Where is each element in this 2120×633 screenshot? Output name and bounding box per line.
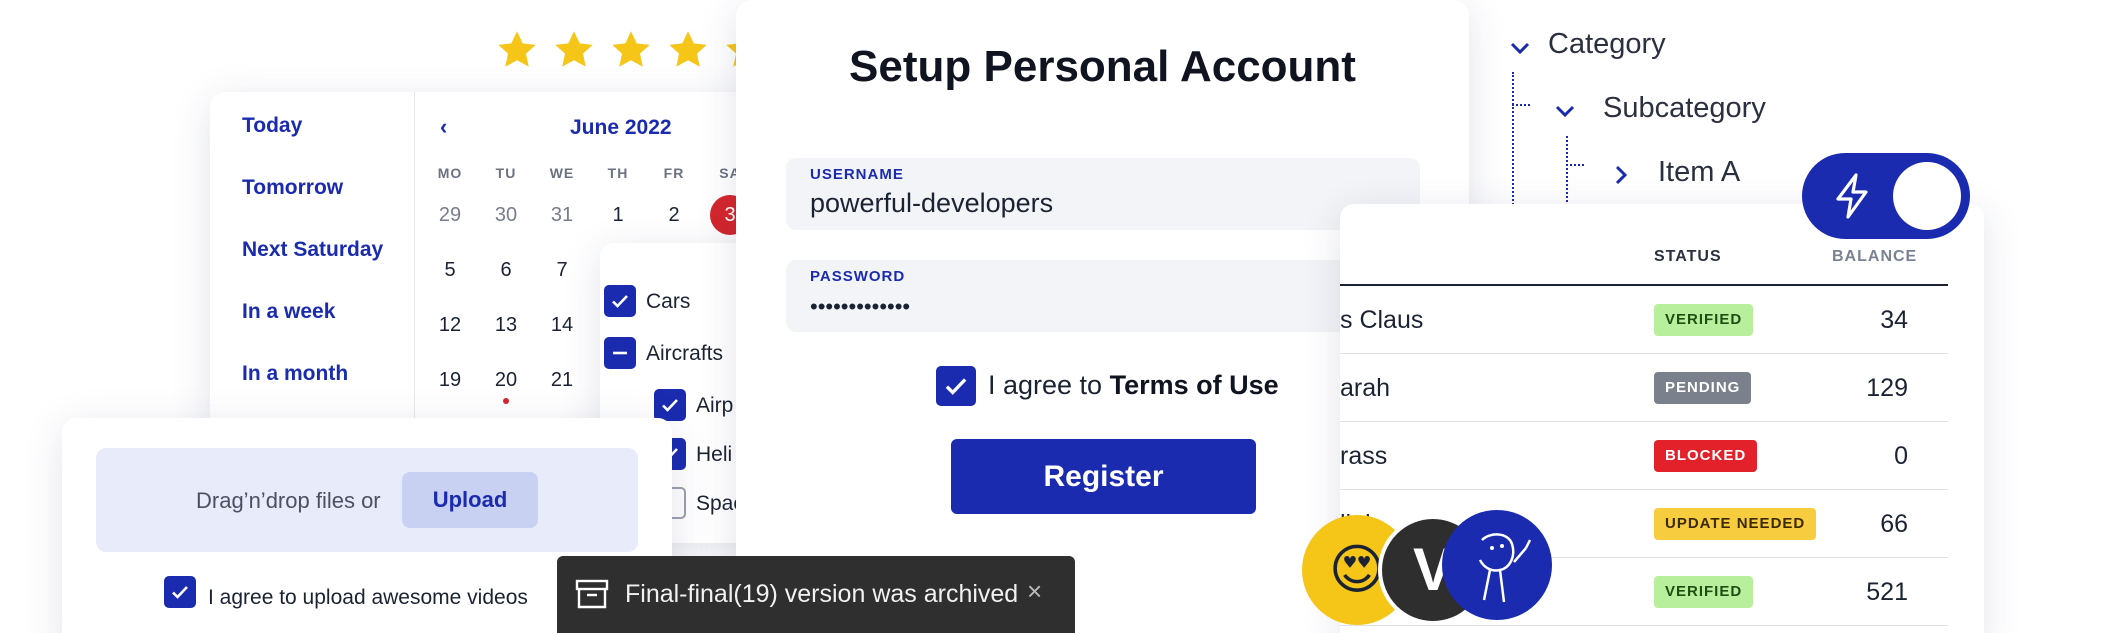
calendar-day[interactable]: 29 [430, 195, 470, 235]
terms-prefix: I agree to [988, 370, 1110, 400]
calendar-day[interactable]: 31 [542, 195, 582, 235]
tree-connector [1512, 72, 1514, 212]
chevron-left-icon[interactable]: ‹ [440, 114, 447, 140]
upload-agree-checkbox[interactable] [164, 576, 196, 608]
check-icon [172, 586, 188, 599]
check-icon [945, 378, 967, 395]
calendar-day[interactable]: 13 [486, 305, 526, 345]
username-field[interactable]: USERNAME powerful-developers [786, 158, 1420, 230]
drop-zone-text: Drag’n’drop files or [196, 488, 381, 513]
tree-connector [1512, 104, 1530, 106]
weekday-label: TH [607, 165, 629, 181]
drop-zone[interactable]: Drag’n’drop files or Upload [96, 448, 638, 552]
username-label: USERNAME [810, 166, 904, 183]
calendar-day[interactable]: 2 [654, 195, 694, 235]
archive-icon [575, 579, 609, 609]
column-header-balance[interactable]: BALANCE [1832, 248, 1917, 266]
check-icon [612, 295, 628, 308]
date-presets: Today Tomorrow Next Saturday In a week I… [210, 92, 415, 432]
weekday-label: FR [663, 165, 685, 181]
checkbox-aircrafts[interactable] [604, 337, 636, 369]
status-badge: VERIFIED [1654, 304, 1754, 336]
password-field[interactable]: PASSWORD ••••••••••••• [786, 260, 1420, 332]
calendar-day[interactable]: 19 [430, 360, 470, 400]
form-title: Setup Personal Account [849, 42, 1356, 91]
toggle-knob [1893, 162, 1961, 230]
preset-in-a-month[interactable]: In a month [242, 362, 348, 386]
tree-node-subcategory[interactable]: Subcategory [1603, 92, 1766, 125]
status-badge: BLOCKED [1654, 440, 1758, 472]
terms-label: I agree to Terms of Use [988, 370, 1279, 401]
terms-link[interactable]: Terms of Use [1110, 370, 1279, 400]
calendar-day[interactable]: 7 [542, 250, 582, 290]
preset-in-a-week[interactable]: In a week [242, 300, 335, 324]
calendar-day[interactable]: 1 [598, 195, 638, 235]
register-button[interactable]: Register [951, 439, 1256, 514]
status-badge: VERIFIED [1654, 576, 1754, 608]
minus-icon [613, 351, 627, 355]
table-row[interactable]: arah PENDING 129 [1340, 354, 1948, 422]
balance-value: 66 [1880, 510, 1908, 538]
chevron-right-icon[interactable] [1609, 163, 1633, 187]
tree-node-category[interactable]: Category [1548, 28, 1666, 61]
username-value[interactable]: powerful-developers [810, 188, 1053, 219]
checkbox-label: Heli [696, 443, 733, 466]
snackbar-message: Final-final(19) version was archived [625, 580, 1019, 608]
calendar-day[interactable]: 21 [542, 360, 582, 400]
tree-connector [1566, 164, 1584, 166]
close-icon[interactable]: × [1027, 576, 1042, 607]
balance-value: 0 [1894, 442, 1908, 470]
month-label: June 2022 [570, 116, 672, 139]
event-dot [503, 398, 509, 404]
weekday-label: TU [495, 165, 517, 181]
checkbox-label: Airp [696, 394, 734, 417]
star-rating[interactable] [495, 28, 767, 72]
snackbar: Final-final(19) version was archived × [557, 556, 1075, 633]
password-label: PASSWORD [810, 268, 906, 285]
column-header-status[interactable]: STATUS [1654, 248, 1722, 266]
upload-button[interactable]: Upload [402, 472, 538, 528]
user-name: rass [1340, 442, 1388, 470]
star-icon[interactable] [552, 28, 596, 72]
checkbox-label: Aircrafts [646, 342, 724, 365]
weekday-label: WE [549, 165, 575, 181]
balance-value: 521 [1866, 578, 1908, 606]
star-icon[interactable] [609, 28, 653, 72]
calendar-day[interactable]: 14 [542, 305, 582, 345]
star-icon[interactable] [495, 28, 539, 72]
lightning-toggle[interactable] [1802, 153, 1970, 239]
chevron-down-icon[interactable] [1508, 36, 1532, 60]
preset-today[interactable]: Today [242, 114, 302, 138]
weekday-label: MO [437, 165, 463, 181]
balance-value: 34 [1880, 306, 1908, 334]
tree-node-item-a[interactable]: Item A [1658, 156, 1740, 189]
status-badge: PENDING [1654, 372, 1752, 404]
doodle-face-icon [1478, 533, 1532, 603]
user-name: arah [1340, 374, 1391, 402]
check-icon [662, 399, 678, 412]
status-badge: UPDATE NEEDED [1654, 508, 1817, 540]
checkbox-airplanes[interactable] [654, 389, 686, 421]
terms-checkbox[interactable] [936, 366, 976, 406]
password-value[interactable]: ••••••••••••• [810, 294, 910, 320]
tree-connector [1566, 136, 1568, 206]
calendar-day[interactable]: 20 [486, 360, 526, 400]
lightning-icon [1836, 173, 1868, 219]
calendar-day[interactable]: 12 [430, 305, 470, 345]
user-name: s Claus [1340, 306, 1424, 334]
upload-agree-label: I agree to upload awesome videos [208, 586, 528, 609]
checkbox-label: Cars [646, 290, 691, 313]
avatar[interactable] [1442, 510, 1552, 620]
preset-next-saturday[interactable]: Next Saturday [242, 238, 383, 262]
calendar-day[interactable]: 30 [486, 195, 526, 235]
table-row[interactable]: rass BLOCKED 0 [1340, 422, 1948, 490]
table-row[interactable]: s Claus VERIFIED 34 [1340, 286, 1948, 354]
preset-tomorrow[interactable]: Tomorrow [242, 176, 343, 200]
chevron-down-icon[interactable] [1553, 99, 1577, 123]
calendar-day[interactable]: 5 [430, 250, 470, 290]
checkbox-cars[interactable] [604, 285, 636, 317]
balance-value: 129 [1866, 374, 1908, 402]
star-icon[interactable] [666, 28, 710, 72]
calendar-day[interactable]: 6 [486, 250, 526, 290]
